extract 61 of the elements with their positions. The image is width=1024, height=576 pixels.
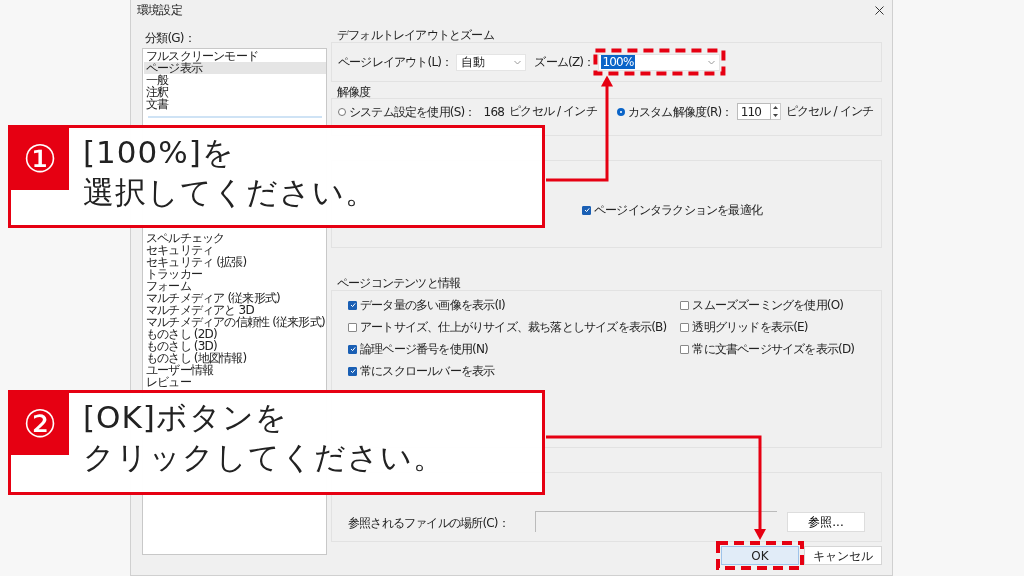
list-label: 分類(G)： [145,30,196,46]
radio-button[interactable]: カスタム解像度(R)： [616,104,733,119]
checkbox[interactable]: 常にスクロールバーを表示 [348,364,667,378]
group-title: デフォルトレイアウトとズーム [337,28,495,42]
step-number: ① [11,128,69,190]
callout-text: [100%]を [83,133,235,172]
radio-button[interactable]: システム設定を使用(S)： [338,104,476,119]
list-item[interactable]: マルチメディア (従来形式) [144,292,326,304]
group-title: ページコンテンツと情報 [337,276,462,290]
list-item[interactable]: セキュリティ (拡張) [144,256,326,268]
checkbox[interactable]: アートサイズ、仕上がりサイズ、裁ち落としサイズを表示(B) [348,320,667,334]
step-number: ② [11,393,69,455]
zoom-field[interactable]: 100% [598,53,721,71]
checkbox[interactable]: スムーズズーミングを使用(O) [680,298,855,312]
window-title: 環境設定 [137,1,182,19]
spin-buttons[interactable] [770,103,781,120]
checkbox[interactable]: データ量の多い画像を表示(I) [348,298,667,312]
down-arrow-icon [772,113,778,117]
resolution-value: 168 [483,104,505,119]
callout-text: [OK]ボタンを [83,398,288,437]
list-item[interactable]: 一般 [144,74,326,86]
dropdown[interactable]: 自動 [456,53,527,71]
checkmark-icon [349,302,356,308]
group-title: 解像度 [337,86,372,98]
up-arrow-icon [772,106,778,110]
list-item[interactable]: ものさし (地図情報) [144,352,326,364]
unit-label: ピクセル / インチ [785,103,874,120]
browse-button[interactable]: 参照... [787,512,865,532]
list-item[interactable]: ユーザー情報 [144,364,326,376]
list-item[interactable]: レビュー [144,376,326,388]
list-item[interactable]: ものさし (3D) [144,340,326,352]
checkbox[interactable]: 常に文書ページサイズを表示(D) [680,342,855,356]
list-item[interactable]: ページ表示 [144,62,326,74]
list-item[interactable]: 文書 [144,98,326,110]
list-item[interactable]: 注釈 [144,86,326,98]
cancel-button[interactable]: キャンセル [804,546,882,565]
list-item[interactable]: セキュリティ [144,244,326,256]
list-item[interactable]: スペルチェック [144,232,326,244]
close-icon[interactable] [875,5,884,15]
field-label: ページレイアウト(L)： [338,53,453,71]
checkmark-icon [583,207,590,213]
callout-text: クリックしてください。 [83,438,445,477]
number-field[interactable]: 110 [736,103,771,120]
checkbox[interactable]: 透明グリッドを表示(E) [680,320,855,334]
ok-button[interactable]: OK [721,546,799,565]
checkmark-icon [349,346,356,352]
unit-label: ピクセル / インチ [509,103,597,120]
field-label: ズーム(Z)： [534,53,595,71]
list-item[interactable]: マルチメディアの信頼性 (従来形式) [144,316,326,328]
list-item[interactable]: トラッカー [144,268,326,280]
checkbox[interactable]: 論理ページ番号を使用(N) [348,342,667,356]
list-item[interactable]: フルスクリーンモード [144,50,326,62]
caret-icon [708,59,716,65]
list-item[interactable]: ものさし (2D) [144,328,326,340]
callout-text: 選択してください。 [83,173,377,212]
checkmark-icon [349,368,356,374]
list-item[interactable]: フォーム [144,280,326,292]
list-item[interactable]: マルチメディアと 3D [144,304,326,316]
checkbox[interactable]: ページインタラクションを最適化 [582,203,881,217]
field-label: 参照されるファイルの場所(C)： [348,515,509,532]
caret-icon [514,59,522,65]
